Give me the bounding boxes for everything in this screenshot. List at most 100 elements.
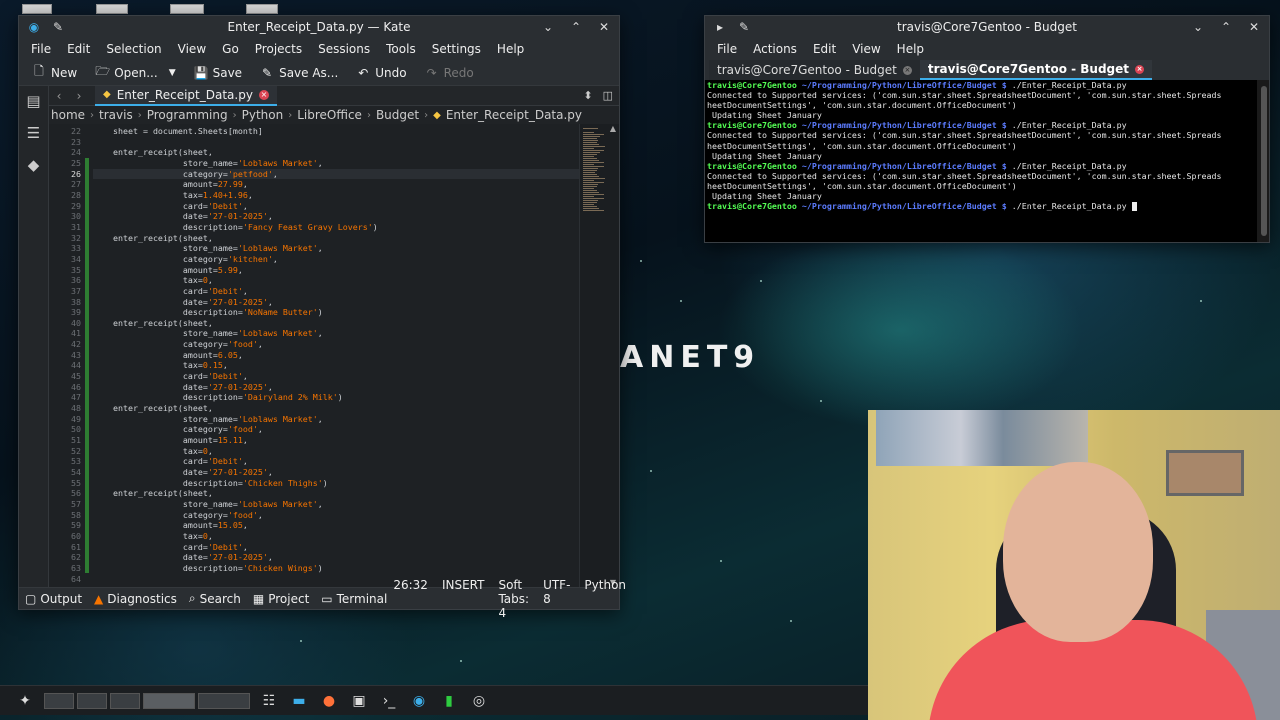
code-line[interactable]: date='27-01-2025',: [93, 211, 579, 222]
code-line[interactable]: category='kitchen',: [93, 254, 579, 265]
search-button[interactable]: ⌕ Search: [183, 591, 247, 606]
code-line[interactable]: amount=15.11,: [93, 435, 579, 446]
obs-icon[interactable]: ◎: [468, 691, 490, 711]
code-line[interactable]: card='Debit',: [93, 542, 579, 553]
menu-projects[interactable]: Projects: [247, 38, 310, 60]
desktop-5-preview[interactable]: [198, 692, 250, 709]
save-as-button[interactable]: ✎ Save As...: [253, 62, 345, 84]
package-icon[interactable]: ▣: [348, 691, 370, 711]
terminal-button[interactable]: ▭ Terminal: [315, 592, 393, 606]
breadcrumb-file[interactable]: Enter_Receipt_Data.py: [446, 108, 582, 122]
tab-enter-receipt-data[interactable]: ◆ Enter_Receipt_Data.py ×: [95, 86, 277, 106]
code-line[interactable]: store_name='Loblaws Market',: [93, 243, 579, 254]
maximize-icon[interactable]: ⌃: [1219, 20, 1233, 34]
code-line[interactable]: card='Debit',: [93, 371, 579, 382]
code-line[interactable]: tax=1.40+1.96,: [93, 190, 579, 201]
menu-file[interactable]: File: [23, 38, 59, 60]
code-text[interactable]: sheet = document.Sheets[month] enter_rec…: [89, 124, 579, 587]
encoding[interactable]: UTF-8: [543, 578, 570, 620]
documents-icon[interactable]: ▤: [25, 92, 43, 110]
maximize-icon[interactable]: ⌃: [569, 20, 583, 34]
code-line[interactable]: description='Fancy Feast Gravy Lovers'): [93, 222, 579, 233]
chevron-down-icon[interactable]: ▼: [169, 68, 176, 78]
terminal-tab-1[interactable]: travis@Core7Gentoo - Budget ×: [709, 60, 920, 80]
code-line[interactable]: description='Chicken Wings'): [93, 563, 579, 574]
code-line[interactable]: category='food',: [93, 339, 579, 350]
code-line[interactable]: tax=0,: [93, 531, 579, 542]
code-line[interactable]: enter_receipt(sheet,: [93, 488, 579, 499]
code-line[interactable]: category='petfood',: [93, 168, 579, 180]
kate-titlebar[interactable]: ◉ ✎ Enter_Receipt_Data.py — Kate ⌄ ⌃ ✕: [19, 16, 619, 38]
menu-go[interactable]: Go: [214, 38, 247, 60]
pin-icon[interactable]: ✎: [737, 20, 751, 34]
menu-view[interactable]: View: [170, 38, 214, 60]
menu-tools[interactable]: Tools: [378, 38, 424, 60]
menu-help[interactable]: Help: [889, 38, 932, 60]
menu-actions[interactable]: Actions: [745, 38, 805, 60]
code-line[interactable]: category='food',: [93, 424, 579, 435]
desktop-3-preview[interactable]: [110, 692, 140, 709]
scrollbar-thumb[interactable]: [1261, 86, 1267, 236]
menu-view[interactable]: View: [844, 38, 888, 60]
save-button[interactable]: 💾 Save: [187, 62, 249, 84]
split-view-icon[interactable]: ◫: [603, 89, 613, 102]
code-line[interactable]: amount=27.99,: [93, 179, 579, 190]
code-line[interactable]: enter_receipt(sheet,: [93, 233, 579, 244]
code-line[interactable]: [93, 137, 579, 148]
code-line[interactable]: date='27-01-2025',: [93, 552, 579, 563]
terminal-tab-2[interactable]: travis@Core7Gentoo - Budget ×: [919, 60, 1153, 80]
minimize-icon[interactable]: ⌄: [541, 20, 555, 34]
scroll-up-icon[interactable]: ▲: [610, 124, 616, 133]
vertical-scrollbar[interactable]: ▲ ▼: [607, 124, 619, 587]
desktop-1-preview[interactable]: [44, 692, 74, 709]
close-icon[interactable]: ✕: [1247, 20, 1261, 34]
breadcrumb-libreoffice[interactable]: LibreOffice: [297, 108, 362, 122]
code-line[interactable]: card='Debit',: [93, 456, 579, 467]
back-arrow-icon[interactable]: ‹: [49, 89, 69, 103]
code-line[interactable]: description='NoName Butter'): [93, 307, 579, 318]
close-tab-icon[interactable]: ×: [258, 89, 269, 100]
breadcrumb-home[interactable]: home: [51, 108, 85, 122]
libreoffice-calc-icon[interactable]: ▮: [438, 691, 460, 711]
menu-edit[interactable]: Edit: [805, 38, 844, 60]
git-icon[interactable]: ◆: [25, 156, 43, 174]
kate-app-icon[interactable]: ◉: [27, 20, 41, 34]
close-icon[interactable]: ✕: [597, 20, 611, 34]
project-button[interactable]: ▦ Project: [247, 592, 315, 606]
code-line[interactable]: amount=15.05,: [93, 520, 579, 531]
kate-icon[interactable]: ◉: [408, 691, 430, 711]
minimap[interactable]: [579, 124, 607, 587]
code-line[interactable]: tax=0.15,: [93, 360, 579, 371]
output-button[interactable]: ▢ Output: [19, 592, 88, 606]
file-manager-icon[interactable]: ▬: [288, 691, 310, 711]
menu-edit[interactable]: Edit: [59, 38, 98, 60]
code-line[interactable]: date='27-01-2025',: [93, 297, 579, 308]
redo-button[interactable]: ↷ Redo: [418, 62, 481, 84]
desktop-2-preview[interactable]: [77, 692, 107, 709]
open-button[interactable]: 🗁 Open... ▼: [88, 62, 182, 84]
code-line[interactable]: tax=0,: [93, 446, 579, 457]
breadcrumb-python[interactable]: Python: [242, 108, 284, 122]
minimize-icon[interactable]: ⌄: [1191, 20, 1205, 34]
code-line[interactable]: enter_receipt(sheet,: [93, 147, 579, 158]
breadcrumb-travis[interactable]: travis: [99, 108, 133, 122]
terminal-output[interactable]: travis@Core7Gentoo ~/Programming/Python/…: [705, 80, 1257, 242]
menu-selection[interactable]: Selection: [98, 38, 169, 60]
terminal-app-icon[interactable]: ▸: [713, 20, 727, 34]
code-line[interactable]: card='Debit',: [93, 286, 579, 297]
undo-button[interactable]: ↶ Undo: [349, 62, 413, 84]
code-line[interactable]: sheet = document.Sheets[month]: [93, 126, 579, 137]
diagnostics-button[interactable]: ▲ Diagnostics: [88, 592, 183, 606]
breadcrumb-programming[interactable]: Programming: [147, 108, 228, 122]
code-editor[interactable]: 22 23 24 25 26 27 28 29 30 31 32 33 34 35 36 37 38 39 40 41…: [49, 124, 619, 587]
code-line[interactable]: tax=0,: [93, 275, 579, 286]
language-mode[interactable]: Python: [584, 578, 626, 620]
input-mode[interactable]: INSERT: [442, 578, 485, 620]
konsole-icon[interactable]: ›_: [378, 691, 400, 711]
app-launcher-icon[interactable]: ✦: [14, 691, 36, 711]
projects-icon[interactable]: ☰: [25, 124, 43, 142]
code-line[interactable]: store_name='Loblaws Market',: [93, 158, 579, 169]
menu-settings[interactable]: Settings: [424, 38, 489, 60]
new-button[interactable]: 🗋 New: [25, 62, 84, 84]
indent-setting[interactable]: Soft Tabs: 4: [498, 578, 529, 620]
